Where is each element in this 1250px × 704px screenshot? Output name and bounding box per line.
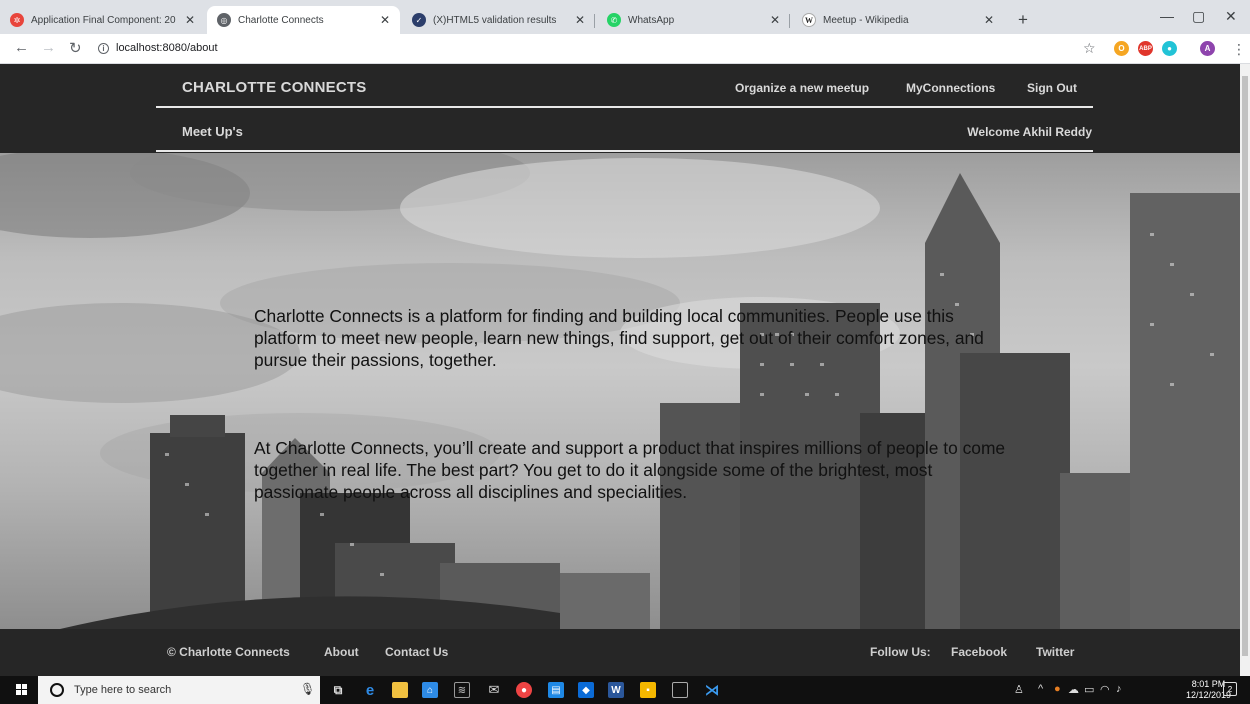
battery-icon[interactable]: ▭ [1084,683,1094,696]
app-grey-icon[interactable]: ≋ [454,682,470,698]
nav-sign-out[interactable]: Sign Out [1027,81,1077,95]
about-paragraph-1: Charlotte Connects is a platform for fin… [254,306,984,370]
outlook-icon[interactable]: ▤ [548,682,564,698]
tab-application-final-component[interactable]: ✲ Application Final Component: 20 ✕ [0,6,205,34]
minimize-window-icon[interactable]: — [1160,8,1174,24]
windows-start-icon[interactable] [16,684,28,696]
city-skyline-illustration [0,153,1240,629]
close-tab-icon[interactable]: ✕ [575,13,585,27]
new-tab-icon[interactable]: + [1018,10,1028,30]
site-footer: © Charlotte Connects About Contact Us Fo… [0,629,1240,676]
address-bar[interactable]: localhost:8080/about [116,42,218,54]
site-header: CHARLOTTE CONNECTS Organize a new meetup… [0,64,1240,153]
extension-o-icon[interactable]: O [1114,41,1129,56]
notifications-badge[interactable]: 2 [1223,682,1237,696]
site-info-icon[interactable]: i [98,43,109,54]
browser-toolbar: ← → ↻ i localhost:8080/about ☆ O ABP ● A… [0,34,1250,64]
people-icon[interactable]: ♙ [1014,683,1024,696]
extension-chat-icon[interactable]: ● [1162,41,1177,56]
vscode-icon[interactable]: ⋊ [704,682,720,699]
cortana-circle-icon [50,683,64,697]
windows-taskbar: Type here to search 🎙 ⧉ e ⌂ ≋ ✉ ● ▤ ◆ W … [0,676,1250,704]
scrollbar-thumb[interactable] [1242,76,1248,656]
mail-icon[interactable]: ✉ [486,682,502,698]
site-brand[interactable]: CHARLOTTE CONNECTS [182,79,366,96]
meetups-link[interactable]: Meet Up's [182,124,243,139]
close-window-icon[interactable]: ✕ [1225,8,1237,25]
back-arrow-icon[interactable]: ← [14,39,29,56]
page-scrollbar[interactable] [1240,64,1250,676]
store-icon[interactable]: ⌂ [422,682,438,698]
tab-charlotte-connects[interactable]: ◎ Charlotte Connects ✕ [207,6,400,34]
bookmark-star-icon[interactable]: ☆ [1083,40,1096,57]
maximize-window-icon[interactable]: ▢ [1192,8,1205,25]
browser-tab-strip: ✲ Application Final Component: 20 ✕ ◎ Ch… [0,0,1250,34]
reload-icon[interactable]: ↻ [69,39,82,57]
validator-favicon-icon: ✓ [412,13,426,27]
tab-meetup-wikipedia[interactable]: W Meetup - Wikipedia ✕ [792,6,1004,34]
footer-facebook-link[interactable]: Facebook [951,645,1007,659]
profile-avatar[interactable]: A [1200,41,1215,56]
close-tab-icon[interactable]: ✕ [380,13,390,27]
footer-twitter-link[interactable]: Twitter [1036,645,1074,659]
header-divider-bottom [156,150,1093,152]
volume-icon[interactable]: ♪ [1116,683,1122,695]
onedrive-cloud-icon[interactable]: ☁ [1068,683,1079,696]
close-tab-icon[interactable]: ✕ [984,13,994,27]
nav-organize-meetup[interactable]: Organize a new meetup [735,81,869,95]
footer-follow-label: Follow Us: [870,645,931,659]
app-blue-icon[interactable]: ◆ [578,682,594,698]
taskbar-search-box[interactable]: Type here to search 🎙 [38,676,320,704]
hero-skyline-background: Charlotte Connects is a platform for fin… [0,153,1240,629]
word-icon[interactable]: W [608,682,624,698]
welcome-message: Welcome Akhil Reddy [967,125,1092,139]
tab-whatsapp[interactable]: ✆ WhatsApp ✕ [597,6,790,34]
file-explorer-icon[interactable] [392,682,408,698]
sticky-notes-icon[interactable]: ▪ [640,682,656,698]
tray-expand-icon[interactable]: ^ [1038,683,1043,695]
wikipedia-favicon-icon: W [802,13,816,27]
forward-arrow-icon[interactable]: → [41,39,56,56]
window-app-icon[interactable] [672,682,688,698]
adblock-plus-icon[interactable]: ABP [1138,41,1153,56]
web-page: CHARLOTTE CONNECTS Organize a new meetup… [0,64,1240,676]
about-paragraph-2: At Charlotte Connects, you’ll create and… [254,438,1006,502]
edge-browser-icon[interactable]: e [362,682,378,699]
tab-separator [594,14,595,28]
gear-favicon-icon: ✲ [10,13,24,27]
close-tab-icon[interactable]: ✕ [185,13,195,27]
microphone-icon[interactable]: 🎙 [300,682,315,696]
tab-separator [789,14,790,28]
header-divider-top [156,106,1093,108]
nav-my-connections[interactable]: MyConnections [906,81,995,95]
footer-copyright: © Charlotte Connects [167,645,290,659]
footer-contact-link[interactable]: Contact Us [385,645,448,659]
task-view-icon[interactable]: ⧉ [330,682,346,698]
tab-html5-validation[interactable]: ✓ (X)HTML5 validation results ✕ [402,6,595,34]
footer-about-link[interactable]: About [324,645,359,659]
whatsapp-favicon-icon: ✆ [607,13,621,27]
chrome-icon[interactable]: ● [516,682,532,698]
wifi-icon[interactable]: ◠ [1100,683,1110,696]
browser-menu-icon[interactable]: ⋮ [1232,41,1246,58]
globe-favicon-icon: ◎ [217,13,231,27]
close-tab-icon[interactable]: ✕ [770,13,780,27]
taskbar-search-placeholder: Type here to search [74,684,172,696]
tray-app-icon[interactable]: ● [1054,683,1061,695]
